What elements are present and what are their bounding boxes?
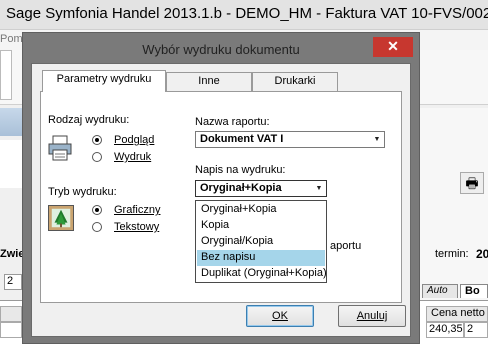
tab-inne[interactable]: Inne [166,72,252,91]
rodzaj-wydruku-label: Rodzaj wydruku: [48,114,130,126]
radio-label-podglad[interactable]: Podgląd [114,134,154,146]
dropdown-option[interactable]: Duplikat (Oryginał+Kopia) [197,266,327,282]
termin-label: termin: [435,248,469,260]
graphic-mode-icon [48,205,74,231]
dropdown-option[interactable]: Kopia [197,218,325,234]
tab-b[interactable]: Bo [460,284,488,298]
grid-cell-next: 2 [464,322,488,338]
chevron-down-icon[interactable]: ▼ [312,181,326,196]
nazwa-raportu-label: Nazwa raportu: [195,116,270,128]
nazwa-raportu-select[interactable]: Dokument VAT I ▼ [195,131,385,148]
radio-label-graficzny[interactable]: Graficzny [114,204,160,216]
radio-label-wydruk[interactable]: Wydruk [114,151,151,163]
app-title: Sage Symfonia Handel 2013.1.b - DEMO_HM … [6,5,488,22]
nazwa-raportu-value: Dokument VAT I [200,133,284,145]
grid-header-cell [0,306,22,322]
radio-wydruk[interactable] [92,152,102,162]
printer-icon: 🖶 [465,175,479,191]
toolbar-button[interactable] [0,50,12,100]
dialog-titlebar: Wybór wydruku dokumentu ✕ [23,33,419,63]
close-icon: ✕ [387,38,399,54]
ok-button[interactable]: OK [246,305,314,327]
app-titlebar: Sage Symfonia Handel 2013.1.b - DEMO_HM … [0,0,488,30]
tab-label: Inne [198,75,220,87]
termin-value: 20 [476,247,488,261]
dropdown-option-highlighted[interactable]: Bez napisu [197,250,325,266]
radio-graficzny[interactable] [92,205,102,215]
napis-na-wydruku-value: Oryginał+Kopia [200,182,282,194]
close-button[interactable]: ✕ [373,37,413,57]
napis-na-wydruku-select[interactable]: Oryginał+Kopia ▼ [195,180,327,197]
tab-auto[interactable]: Auto [422,284,458,298]
tab-label: Parametry wydruku [56,73,152,85]
napis-dropdown-list[interactable]: Oryginał+Kopia Kopia Oryginał/Kopia Bez … [195,200,327,283]
napis-na-wydruku-label: Napis na wydruku: [195,164,286,176]
cancel-button-label: Anuluj [356,310,388,322]
menu-item-partial[interactable]: Pom [0,33,23,45]
cancel-button[interactable]: Anuluj [338,305,406,327]
tab-parametry-wydruku[interactable]: Parametry wydruku [42,70,166,92]
dropdown-option[interactable]: Oryginał+Kopia [197,202,325,218]
dropdown-option[interactable]: Oryginał/Kopia [197,234,325,250]
grid-cell [0,322,22,338]
dialog-title: Wybór wydruku dokumentu [142,42,300,57]
grid-cell-price: 240,35 [426,322,464,338]
grid-column-header: Cena netto [426,306,488,322]
printer-icon [48,135,72,161]
partial-checkbox-label: aportu [330,240,362,252]
tryb-wydruku-label: Tryb wydruku: [48,186,117,198]
left-field[interactable]: 2 [4,274,22,290]
print-button[interactable]: 🖶 [460,172,484,194]
radio-label-tekstowy[interactable]: Tekstowy [114,221,159,233]
radio-podglad[interactable] [92,135,102,145]
chevron-down-icon[interactable]: ▼ [370,132,384,147]
tab-drukarki[interactable]: Drukarki [252,72,338,91]
tab-label: Drukarki [274,75,316,87]
radio-tekstowy[interactable] [92,222,102,232]
zwi-label: Zwie [0,248,25,260]
ok-button-label: OK [272,310,288,322]
